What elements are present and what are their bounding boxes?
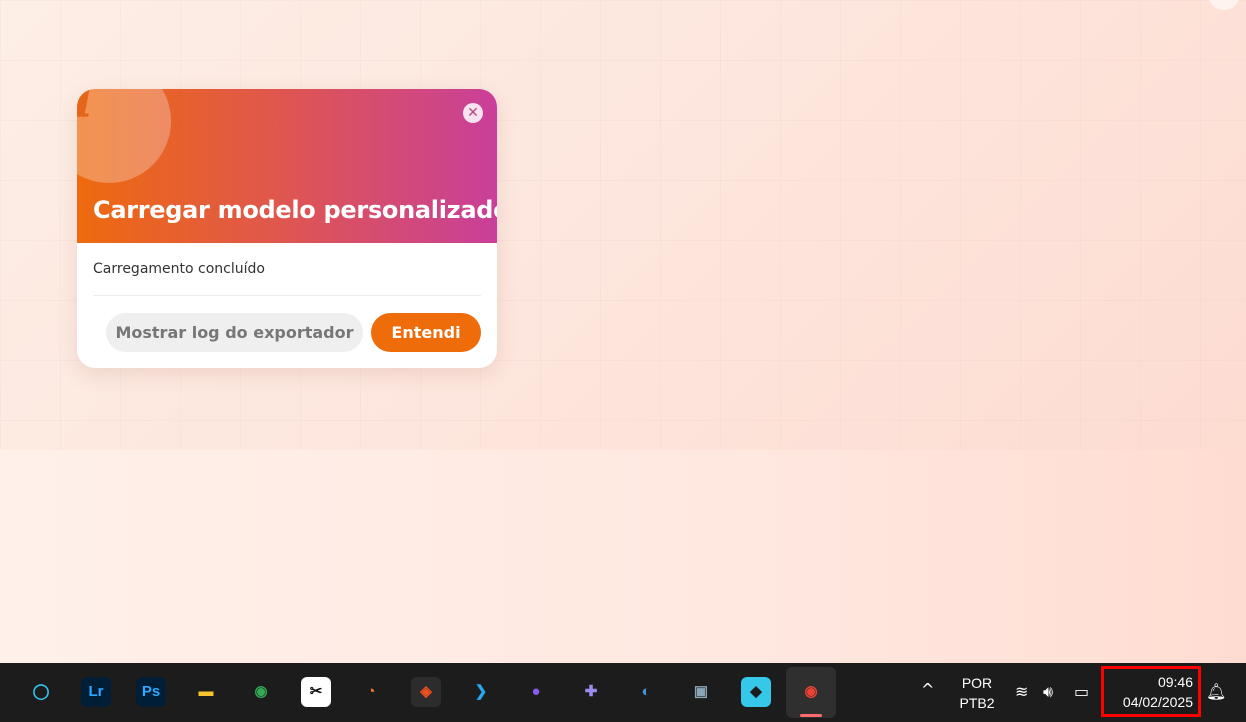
volume-icon[interactable]: 🔊︎ (1043, 682, 1053, 702)
show-exporter-log-button[interactable]: Mostrar log do exportador (106, 313, 363, 352)
lightroom-icon[interactable]: Lr (81, 677, 111, 707)
photoshop-icon[interactable]: Ps (136, 677, 166, 707)
github-icon[interactable]: ● (521, 677, 551, 707)
language-indicator-top[interactable]: POR (955, 675, 999, 691)
load-custom-model-dialog: i ✕ Carregar modelo personalizado Carreg… (77, 89, 497, 368)
vr-app-icon[interactable]: ◐ (631, 677, 661, 707)
background-lower-band (0, 450, 1246, 663)
battery-icon[interactable]: ▭ (1074, 682, 1089, 701)
info-icon: i (77, 89, 171, 183)
understood-button[interactable]: Entendi (371, 313, 481, 352)
dialog-header: i ✕ Carregar modelo personalizado (77, 89, 497, 243)
chrome-icon[interactable]: ◉ (246, 677, 276, 707)
show-hidden-icons-chevron-icon[interactable]: ^ (921, 680, 934, 699)
info-glyph: i (77, 89, 94, 125)
dialog-divider (93, 295, 481, 296)
figma-icon[interactable]: ◈ (411, 677, 441, 707)
wifi-icon[interactable]: ≋ (1015, 682, 1028, 701)
desktop-background: i ✕ Carregar modelo personalizado Carreg… (0, 0, 1246, 663)
clock-date: 04/02/2025 (1122, 694, 1193, 710)
dialog-title: Carregar modelo personalizado (93, 196, 497, 224)
chrome-active-icon[interactable]: ◉ (796, 677, 826, 707)
emulator-icon[interactable]: ▣ (686, 677, 716, 707)
language-indicator-bottom[interactable]: PTB2 (955, 695, 999, 711)
dialog-message: Carregamento concluído (93, 261, 265, 277)
alexa-icon[interactable]: ◯ (26, 677, 56, 707)
capcut-icon[interactable]: ✂ (301, 677, 331, 707)
notifications-icon[interactable]: 🔔︎ (1206, 682, 1226, 701)
taskbar: ◯ Lr Ps ▬ ◉ ✂ ◔ ◈ ❯ ● ✚ ◐ ▣ ◆ ◉ ^ POR PT… (0, 663, 1246, 722)
clock-time: 09:46 (1157, 674, 1193, 690)
vscode-icon[interactable]: ❯ (466, 677, 496, 707)
active-indicator (800, 714, 822, 717)
file-explorer-icon[interactable]: ▬ (191, 677, 221, 707)
3d-app-icon[interactable]: ◆ (741, 677, 771, 707)
blender-icon[interactable]: ◔ (356, 677, 386, 707)
close-button[interactable]: ✕ (463, 103, 483, 123)
game-controller-icon[interactable]: ✚ (576, 677, 606, 707)
